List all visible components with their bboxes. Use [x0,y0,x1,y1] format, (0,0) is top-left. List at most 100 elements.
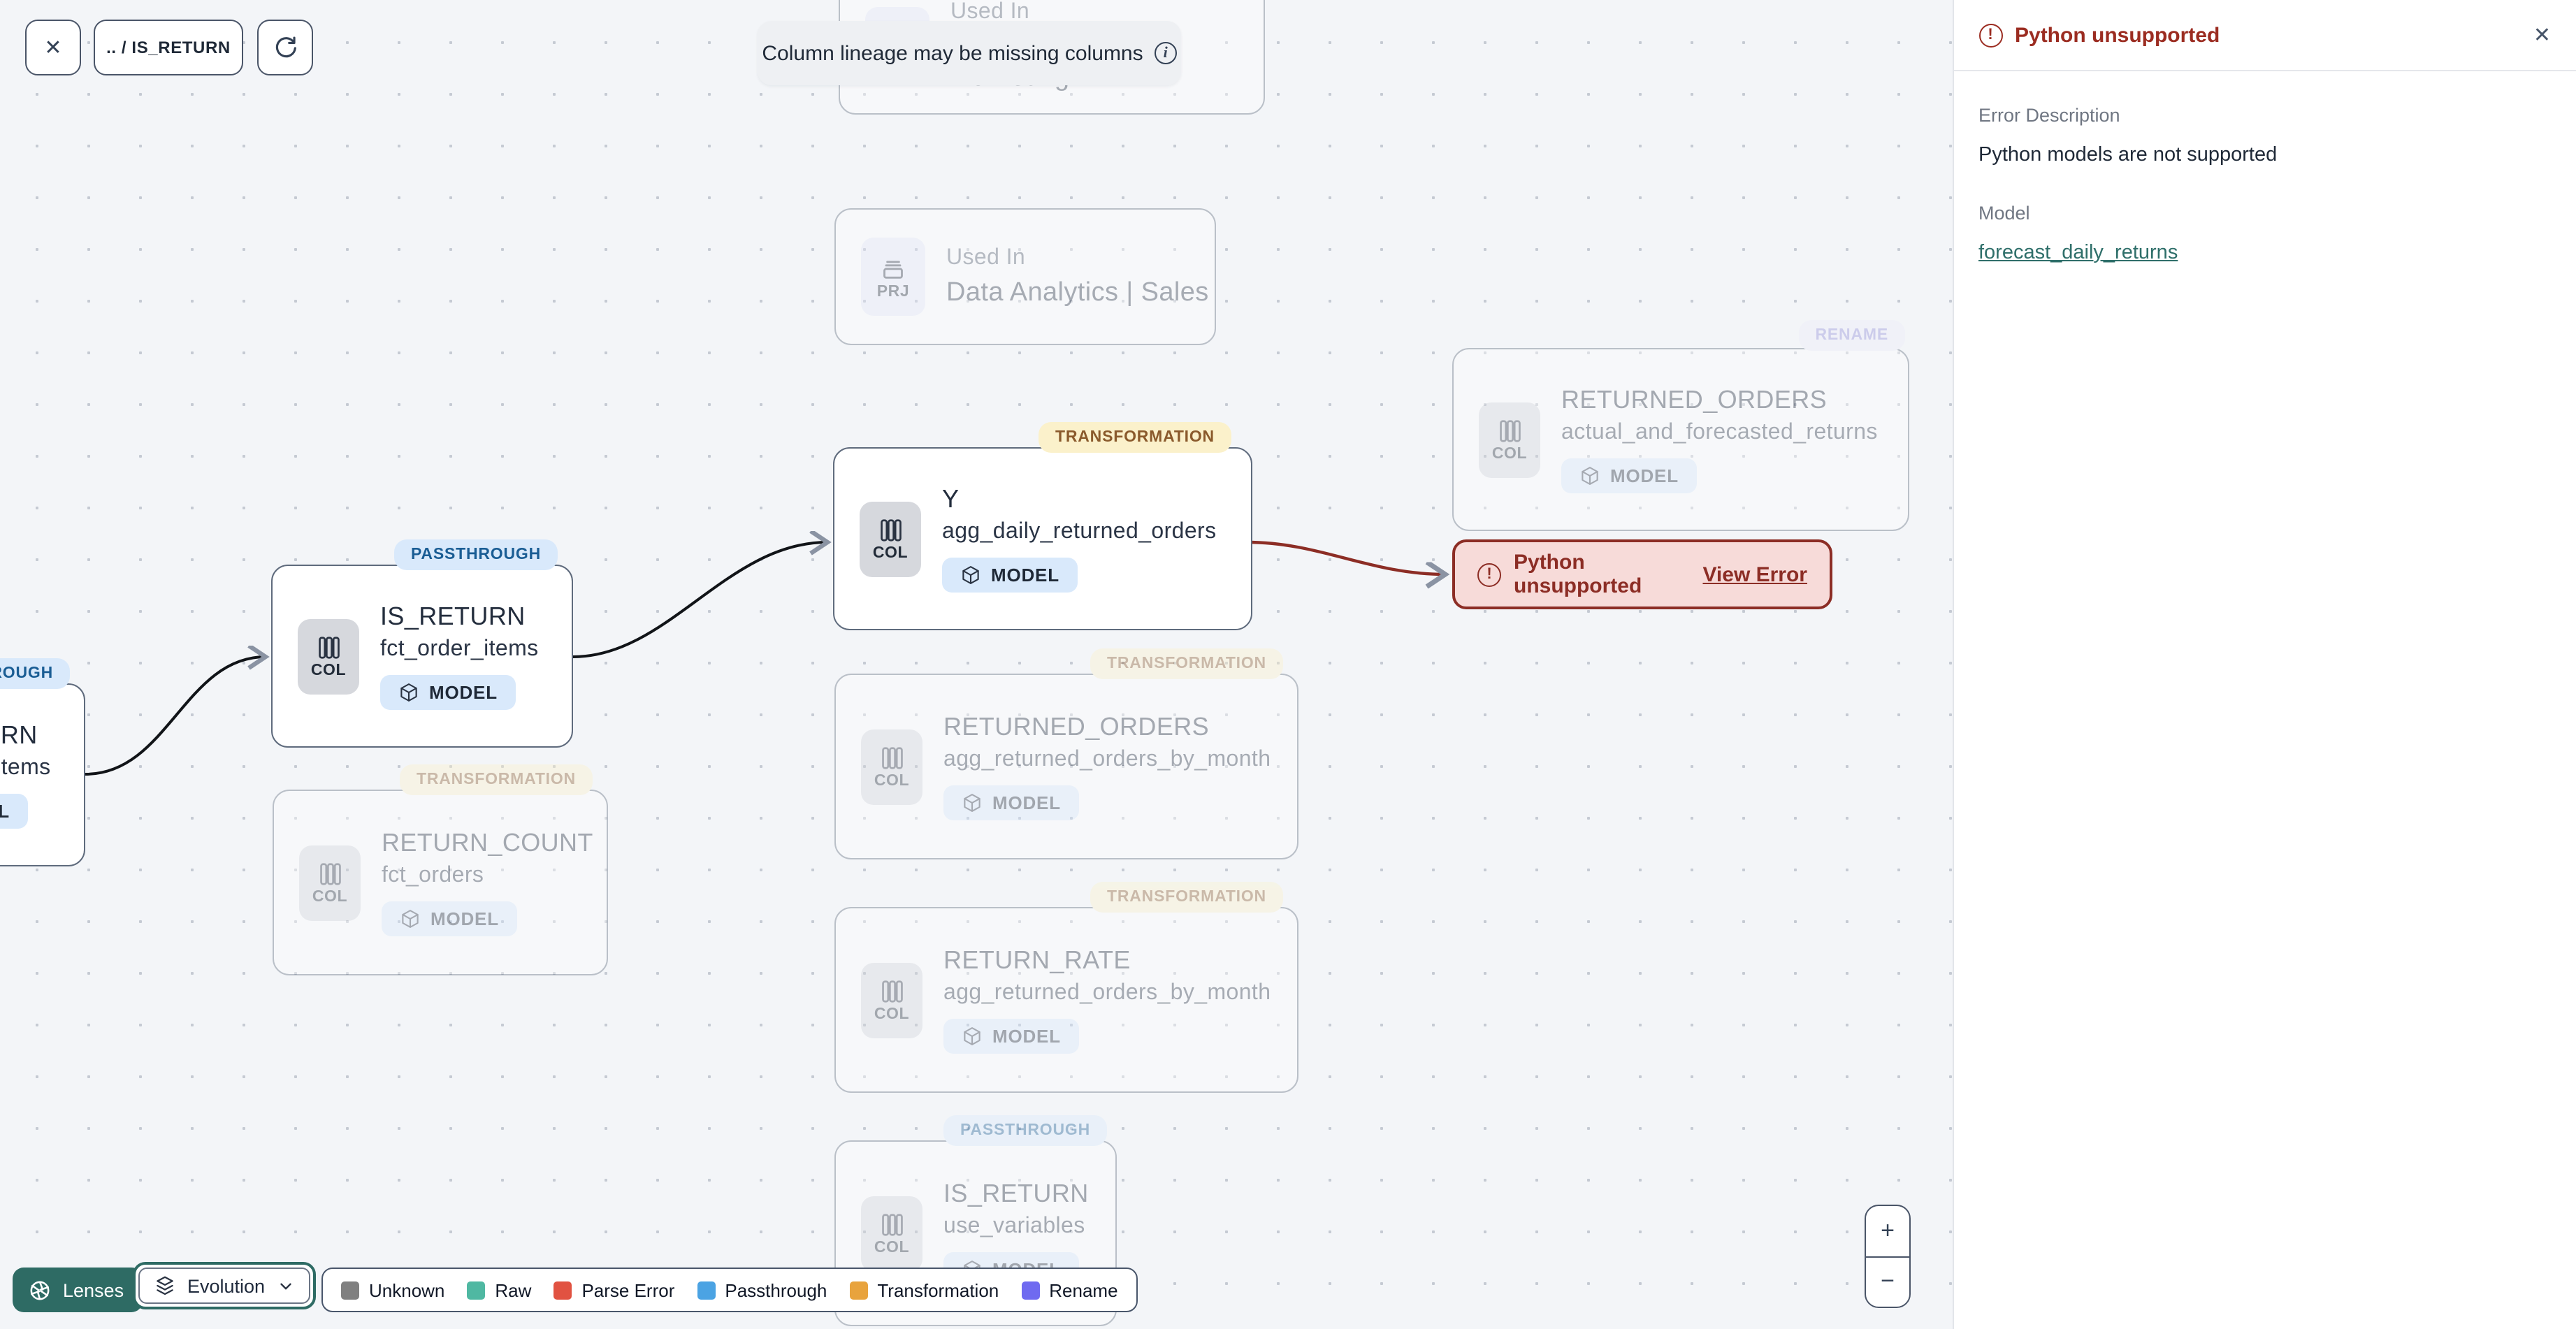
legend-item-raw: Raw [467,1279,531,1300]
model-chip: MODEL [943,785,1079,820]
model-chip: MODEL [382,901,517,936]
badge-passthrough: PASSTHROUGH [0,658,70,689]
badge-passthrough: PASSTHROUGH [394,539,558,570]
lens-legend: Unknown Raw Parse Error Passthrough Tran… [321,1268,1138,1312]
legend-swatch [553,1281,572,1299]
lineage-node-y[interactable]: TRANSFORMATION COL Y agg_daily_returned_… [833,422,1252,630]
legend-swatch [849,1281,868,1299]
chevron-down-icon [280,1282,291,1289]
close-icon: ✕ [44,36,62,60]
view-error-link[interactable]: View Error [1702,562,1807,586]
legend-item-rename: Rename [1021,1279,1118,1300]
node-subtitle: fct_order_items [380,637,539,661]
model-chip: MODEL [380,674,516,710]
badge-passthrough: PASSTHROUGH [943,1115,1107,1146]
node-subtitle: Data Analytics | Sales [946,277,1209,307]
warning-icon: ! [1978,23,2002,47]
node-title: RETURN_RATE [943,946,1131,975]
legend-item-passthrough: Passthrough [697,1279,827,1300]
badge-transformation: TRANSFORMATION [1090,882,1283,913]
layers-icon [157,1276,173,1295]
column-icon: COL [861,729,922,804]
node-title: Used In [946,246,1026,270]
legend-swatch [467,1281,486,1299]
node-subtitle: agg_returned_orders_by_month [943,747,1271,771]
model-chip: MODEL [942,557,1078,593]
node-subtitle: fct_orders [382,863,484,887]
cube-icon [962,565,979,584]
lineage-canvas[interactable]: PASSTHROUGH COL IS_RETURN fct_order_item… [0,0,1953,1329]
node-title: IS_RETURN [0,721,38,750]
close-lineage-button[interactable]: ✕ [25,20,81,75]
edge-y-to-error [1246,540,1445,574]
model-link[interactable]: forecast_daily_returns [1978,242,2178,264]
lineage-app: PASSTHROUGH COL IS_RETURN fct_order_item… [0,0,2576,1329]
cube-icon [402,909,419,928]
badge-transformation: TRANSFORMATION [1039,422,1231,453]
lineage-node-returned-orders-forecast[interactable]: RENAME COL RETURNED_ORDERS actual_and_fo… [1452,320,1909,531]
zoom-out-button[interactable]: − [1866,1256,1909,1307]
column-icon: COL [299,845,361,920]
legend-swatch [697,1281,716,1299]
column-icon: COL [861,1196,922,1271]
refresh-icon [275,36,296,57]
error-panel-title: Python unsupported [2015,23,2220,47]
cube-icon [1582,466,1598,485]
badge-rename: RENAME [1798,320,1905,351]
error-description-text: Python models are not supported [1978,144,2278,166]
lineage-node-isreturn-upstream[interactable]: PASSTHROUGH COL IS_RETURN fct_order_item… [0,658,85,866]
model-chip: MODEL [943,1018,1079,1054]
legend-item-parse-error: Parse Error [553,1279,674,1300]
column-icon: COL [298,618,359,694]
python-unsupported-chip[interactable]: ! Python unsupported View Error [1452,539,1832,609]
lineage-node-return-count[interactable]: TRANSFORMATION COL RETURN_COUNT fct_orde… [273,764,608,975]
error-detail-panel: ! Python unsupported ✕ Error Description… [1952,0,2576,1329]
node-subtitle: use_variables [943,1214,1085,1238]
node-title: RETURN_COUNT [382,829,593,857]
zoom-in-button[interactable]: + [1866,1206,1909,1256]
breadcrumb[interactable]: .. / IS_RETURN [94,20,243,75]
error-description-label: Error Description [1978,105,2120,126]
badge-transformation: TRANSFORMATION [400,764,593,795]
node-title: IS_RETURN [943,1179,1089,1208]
info-icon[interactable]: i [1154,42,1177,64]
cube-icon [400,683,417,702]
edge-upstream-to-isreturn [85,657,266,776]
lineage-node-returned-orders-month[interactable]: TRANSFORMATION COL RETURNED_ORDERS agg_r… [834,648,1298,859]
error-panel-header: ! Python unsupported ✕ [1953,0,2576,71]
lineage-node-isreturn[interactable]: PASSTHROUGH COL IS_RETURN fct_order_item… [271,539,573,748]
warning-icon: ! [1477,562,1501,586]
model-chip: MODEL [0,793,28,829]
node-title: RETURNED_ORDERS [1561,386,1828,414]
column-icon: COL [861,962,922,1038]
legend-swatch [1021,1281,1040,1299]
node-subtitle: fct_order_items [0,755,51,780]
edge-isreturn-to-y [572,542,827,658]
cube-icon [964,793,981,812]
refresh-button[interactable] [257,20,313,75]
legend-swatch [341,1281,359,1299]
lens-mode-dropdown[interactable]: Evolution [133,1262,316,1309]
legend-item-transformation: Transformation [849,1279,999,1300]
legend-item-unknown: Unknown [341,1279,444,1300]
zoom-control: + − [1865,1205,1911,1308]
node-title: Y [942,485,960,514]
badge-transformation: TRANSFORMATION [1090,648,1283,679]
aperture-icon [30,1280,50,1300]
node-subtitle: actual_and_forecasted_returns [1561,420,1878,444]
model-label: Model [1978,203,2030,224]
node-title: IS_RETURN [380,602,526,631]
node-subtitle: agg_returned_orders_by_month [943,980,1271,1005]
column-icon: COL [860,501,921,576]
lineage-warning-pill: Column lineage may be missing columns i [758,21,1181,85]
project-icon: PRJ [861,238,925,316]
cube-icon [964,1026,981,1045]
lineage-node-return-rate[interactable]: TRANSFORMATION COL RETURN_RATE agg_retur… [834,882,1298,1093]
close-panel-icon[interactable]: ✕ [2533,22,2551,48]
node-subtitle: agg_daily_returned_orders [942,519,1217,544]
node-title: RETURNED_ORDERS [943,713,1210,741]
model-chip: MODEL [1561,458,1697,493]
lineage-node-usedin-sales[interactable]: PRJ Used In Data Analytics | Sales [834,208,1216,345]
lenses-button[interactable]: Lenses [13,1268,143,1312]
column-icon: COL [1479,402,1540,477]
